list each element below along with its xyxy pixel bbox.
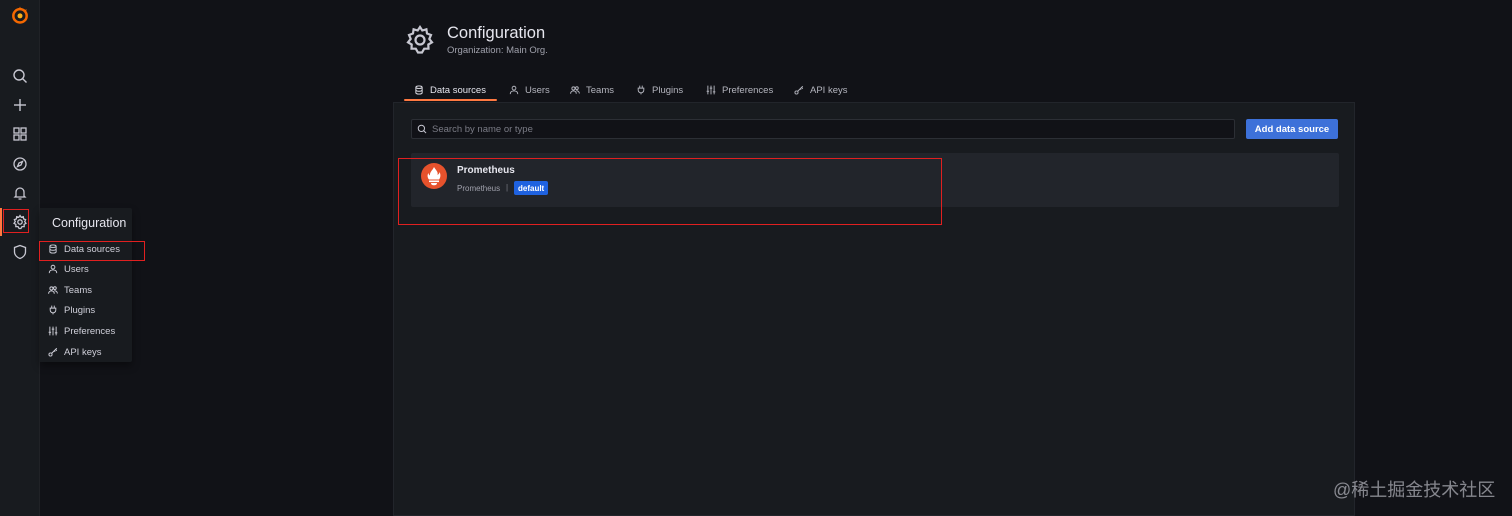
flyout-item-label: Preferences [64, 325, 116, 337]
flyout-item-label: Plugins [64, 304, 96, 316]
tab-label: API keys [810, 84, 848, 96]
dashboards-icon[interactable] [8, 122, 32, 146]
tab-label: Plugins [652, 84, 684, 96]
sliders-icon [48, 326, 58, 336]
tab-teams[interactable]: Teams [560, 78, 624, 102]
sliders-icon [706, 85, 716, 95]
data-source-type: Prometheus [457, 184, 501, 193]
active-indicator [0, 208, 2, 236]
users-icon [570, 86, 580, 94]
key-icon [48, 347, 58, 357]
flyout-item-plugins[interactable]: Plugins [40, 300, 132, 320]
flyout-item-label: Users [64, 263, 89, 275]
tab-label: Users [525, 84, 550, 96]
flyout-title[interactable]: Configuration [52, 216, 126, 230]
plus-icon[interactable] [8, 93, 32, 117]
active-tab-underline [404, 99, 497, 101]
tab-label: Data sources [430, 84, 486, 96]
users-icon [48, 286, 58, 294]
flyout-item-api-keys[interactable]: API keys [40, 342, 132, 362]
user-icon [509, 85, 519, 95]
database-icon [49, 244, 57, 254]
configuration-gear-icon [404, 24, 436, 56]
plug-icon [637, 85, 645, 95]
tab-users[interactable]: Users [499, 78, 560, 102]
server-admin-shield-icon[interactable] [8, 240, 32, 264]
data-source-name[interactable]: Prometheus [457, 165, 515, 176]
configuration-flyout-menu: Configuration Data sources Users Teams P… [40, 208, 132, 362]
key-icon [794, 85, 804, 95]
flyout-item-label: API keys [64, 346, 102, 358]
tab-label: Teams [586, 84, 614, 96]
side-menu [0, 0, 40, 516]
search-box[interactable] [411, 119, 1235, 139]
add-data-source-button[interactable]: Add data source [1246, 119, 1338, 139]
flyout-item-teams[interactable]: Teams [40, 280, 132, 300]
search-icon[interactable] [8, 64, 32, 88]
database-icon [415, 85, 423, 95]
default-badge: default [514, 181, 549, 195]
explore-icon[interactable] [8, 152, 32, 176]
alerting-bell-icon[interactable] [8, 181, 32, 205]
tab-plugins[interactable]: Plugins [626, 78, 693, 102]
tab-label: Preferences [722, 84, 774, 96]
prometheus-logo-icon [421, 163, 447, 189]
flyout-item-data-sources[interactable]: Data sources [40, 239, 132, 259]
plug-icon [49, 305, 57, 315]
flyout-item-label: Data sources [64, 243, 120, 255]
tab-preferences[interactable]: Preferences [696, 78, 783, 102]
watermark: @稀土掘金技术社区 [1333, 480, 1496, 500]
data-source-separator: | [506, 183, 509, 192]
search-icon [417, 124, 427, 134]
flyout-item-users[interactable]: Users [40, 259, 132, 279]
grafana-logo-icon[interactable] [8, 3, 32, 27]
page-title: Configuration [447, 24, 546, 42]
data-source-card-prometheus[interactable] [411, 153, 1339, 207]
search-input[interactable] [432, 123, 1212, 135]
tab-api-keys[interactable]: API keys [784, 78, 858, 102]
flyout-item-label: Teams [64, 284, 92, 296]
flyout-item-preferences[interactable]: Preferences [40, 321, 132, 341]
user-icon [48, 264, 58, 274]
page-subtitle: Organization: Main Org. [447, 45, 548, 56]
configuration-gear-icon[interactable] [8, 210, 32, 234]
